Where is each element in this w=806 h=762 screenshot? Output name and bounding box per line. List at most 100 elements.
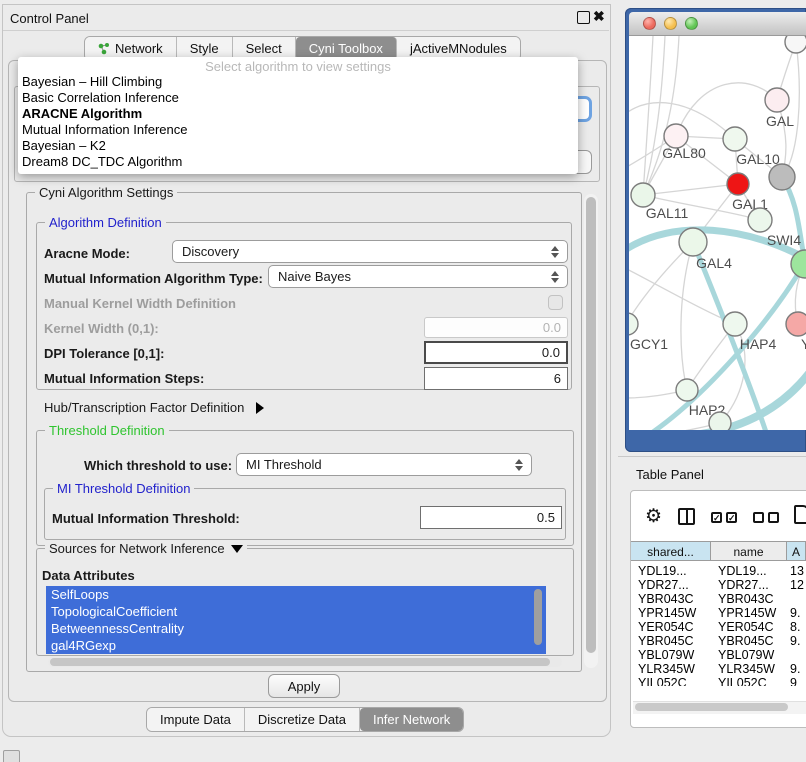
table-row[interactable]: YBL079WYBL079W <box>631 648 806 662</box>
table-row[interactable]: YLR345WYLR345W9. <box>631 662 806 676</box>
network-edge[interactable] <box>643 36 653 195</box>
control-panel-title: Control Panel <box>10 11 89 26</box>
dropdown-option[interactable]: Mutual Information Inference <box>18 122 578 138</box>
network-node[interactable] <box>785 36 806 53</box>
table-cell: 9. <box>787 634 800 648</box>
dropdown-option[interactable]: Bayesian – K2 <box>18 138 578 154</box>
tab-discretize-data[interactable]: Discretize Data <box>245 708 360 731</box>
table-cell: YDL19... <box>711 564 787 578</box>
table-cell: YBR043C <box>711 592 787 606</box>
network-node-gal1[interactable] <box>727 173 749 195</box>
node-label: GAL80 <box>662 145 706 161</box>
kernel-width-field: 0.0 <box>424 317 568 338</box>
gear-icon[interactable]: ⚙ <box>645 505 662 528</box>
settings-scrollbar-thumb[interactable] <box>586 197 596 653</box>
network-window-titlebar[interactable] <box>629 12 806 36</box>
network-node-gal10[interactable] <box>723 127 747 151</box>
network-node-swi4[interactable] <box>748 208 772 232</box>
dropdown-option[interactable]: Bayesian – Hill Climbing <box>18 74 578 90</box>
network-node-gal4[interactable] <box>679 228 707 256</box>
mi-algorithm-type-combo[interactable]: Naive Bayes <box>268 265 568 288</box>
tab-label: Impute Data <box>160 712 231 727</box>
mi-threshold-label: Mutual Information Threshold: <box>52 511 240 526</box>
sources-group-title[interactable]: Sources for Network Inference <box>45 541 247 556</box>
network-node[interactable] <box>709 412 731 430</box>
network-graph: GALGAL80GAL10GAL1GAL11SWI4GAL4GCY1HAP4YH… <box>629 36 806 430</box>
table-cell: YLR345W <box>631 662 711 676</box>
attributes-scrollbar-thumb[interactable] <box>534 589 542 645</box>
attribute-list-item[interactable]: TopologicalCoefficient <box>46 603 546 620</box>
hub-definition-label: Hub/Transcription Factor Definition <box>44 400 244 415</box>
threshold-definition-title: Threshold Definition <box>45 423 169 438</box>
table-row[interactable]: YIL052CYIL052C9 <box>631 676 806 686</box>
table-cell: 13 <box>787 564 804 578</box>
table-cell: YDR27... <box>711 578 787 592</box>
attribute-list-item[interactable]: BetweennessCentrality <box>46 620 546 637</box>
dropdown-option[interactable]: ARACNE Algorithm <box>18 106 578 122</box>
tab-infer-network[interactable]: Infer Network <box>360 708 463 731</box>
table-hscrollbar-thumb[interactable] <box>635 703 788 711</box>
settings-group-title: Cyni Algorithm Settings <box>35 185 177 200</box>
aracne-mode-combo[interactable]: Discovery <box>172 240 568 263</box>
network-node-gal11[interactable] <box>631 183 655 207</box>
aracne-mode-value: Discovery <box>182 244 547 259</box>
table-row[interactable]: YER054CYER054C8. <box>631 620 806 634</box>
network-node[interactable] <box>769 164 795 190</box>
application-root: Control Panel ✖ NetworkStyleSelectCyni T… <box>0 0 806 762</box>
table-row[interactable]: YBR045CYBR045C9. <box>631 634 806 648</box>
apply-button[interactable]: Apply <box>268 674 340 698</box>
network-node-hap4[interactable] <box>723 312 747 336</box>
split-columns-icon[interactable] <box>678 508 695 525</box>
network-edge[interactable] <box>643 36 665 195</box>
table-cell: YDL19... <box>631 564 711 578</box>
which-threshold-combo[interactable]: MI Threshold <box>236 453 532 476</box>
expanded-arrow-icon <box>231 545 243 553</box>
minimized-panel-icon[interactable] <box>3 750 20 762</box>
float-window-icon[interactable] <box>577 11 590 24</box>
combo-stepper-icon <box>511 459 527 471</box>
table-row[interactable]: YDR27...YDR27...12 <box>631 578 806 592</box>
dropdown-placeholder: Select algorithm to view settings <box>18 59 578 74</box>
data-attributes-list[interactable]: SelfLoopsTopologicalCoefficientBetweenne… <box>46 586 546 654</box>
dpi-tolerance-field[interactable]: 0.0 <box>424 341 568 364</box>
zoom-traffic-light-icon[interactable] <box>685 17 698 30</box>
manual-kernel-label: Manual Kernel Width Definition <box>44 296 236 311</box>
tab-impute-data[interactable]: Impute Data <box>147 708 245 731</box>
network-edge[interactable] <box>681 242 693 390</box>
column-header-3[interactable]: A <box>787 542 806 561</box>
network-edge[interactable] <box>629 423 720 430</box>
network-node-hap2[interactable] <box>676 379 698 401</box>
column-header-1[interactable]: shared... <box>631 542 711 561</box>
close-icon[interactable]: ✖ <box>593 8 605 25</box>
kernel-width-label: Kernel Width (0,1): <box>44 321 159 336</box>
sources-title-text: Sources for Network Inference <box>49 541 225 556</box>
hub-definition-toggle[interactable]: Hub/Transcription Factor Definition <box>44 400 264 415</box>
network-node-gcy1[interactable] <box>629 313 638 335</box>
network-edge[interactable] <box>643 184 738 195</box>
network-icon <box>98 43 110 55</box>
table-body: YDL19...YDL19...13YDR27...YDR27...12YBR0… <box>631 564 806 686</box>
network-node-y[interactable] <box>786 312 806 336</box>
column-header-2[interactable]: name <box>711 542 787 561</box>
document-icon[interactable] <box>794 505 806 524</box>
table-row[interactable]: YBR043CYBR043C <box>631 592 806 606</box>
settings-hscrollbar-thumb[interactable] <box>50 658 550 666</box>
attribute-list-item[interactable]: gal4RGexp <box>46 637 546 654</box>
table-row[interactable]: YPR145WYPR145W9. <box>631 606 806 620</box>
close-traffic-light-icon[interactable] <box>643 17 656 30</box>
table-row[interactable]: YDL19...YDL19...13 <box>631 564 806 578</box>
checked-boxes-icon[interactable]: ✓✓ <box>711 512 737 523</box>
mi-steps-field[interactable]: 6 <box>424 367 568 390</box>
manual-kernel-checkbox[interactable] <box>548 295 563 310</box>
dropdown-option[interactable]: Dream8 DC_TDC Algorithm <box>18 154 578 170</box>
tab-label: jActiveMNodules <box>410 41 507 56</box>
network-node-gal[interactable] <box>765 88 789 112</box>
unchecked-boxes-icon[interactable] <box>753 512 779 523</box>
attribute-list-item[interactable]: SelfLoops <box>46 586 546 603</box>
network-canvas[interactable]: GALGAL80GAL10GAL1GAL11SWI4GAL4GCY1HAP4YH… <box>629 36 806 430</box>
table-cell: 9. <box>787 606 800 620</box>
table-cell: 9 <box>787 676 797 686</box>
mi-threshold-field[interactable]: 0.5 <box>420 506 562 529</box>
minimize-traffic-light-icon[interactable] <box>664 17 677 30</box>
dropdown-option[interactable]: Basic Correlation Inference <box>18 90 578 106</box>
